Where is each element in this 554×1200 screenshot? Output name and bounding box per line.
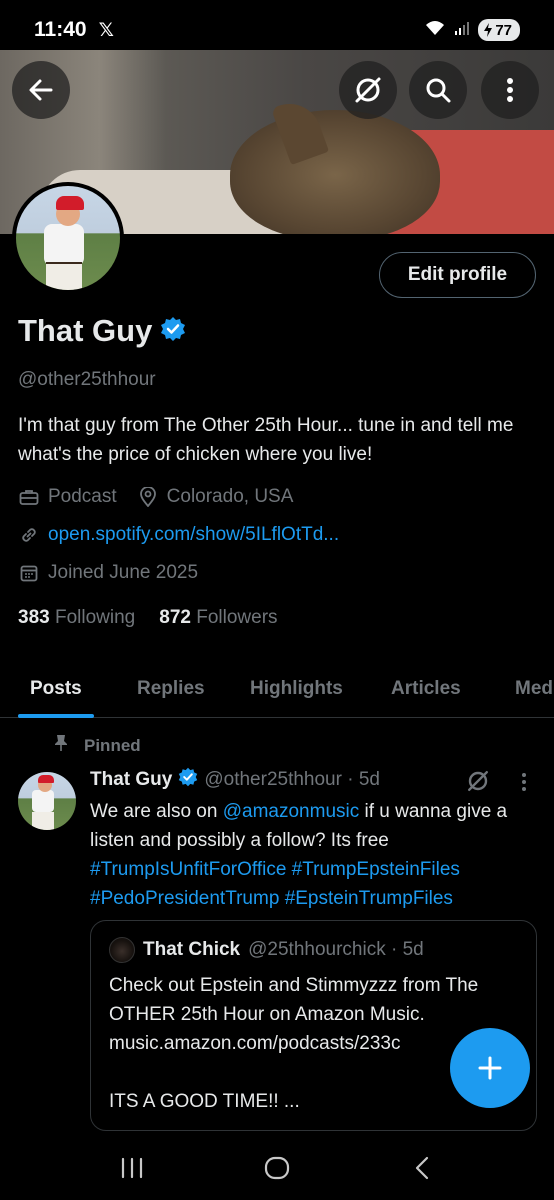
status-bar: 11:40 𝕏 77: [0, 0, 554, 60]
post-text-prefix: We are also on: [90, 801, 223, 822]
hashtag-link[interactable]: #TrumpEpsteinFiles: [292, 859, 460, 880]
tab-media[interactable]: Med: [515, 660, 553, 718]
profile-avatar[interactable]: [12, 182, 124, 294]
back-button[interactable]: [12, 61, 70, 119]
grok-icon: [355, 77, 381, 103]
display-name: That Guy: [18, 313, 153, 348]
profile-name-row: That Guy: [18, 313, 186, 349]
profile-handle: @other25thhour: [18, 369, 156, 390]
briefcase-icon: [18, 486, 40, 508]
profile-website-row: open.spotify.com/show/5ILflOtTd...: [18, 524, 339, 546]
x-logo-icon: 𝕏: [98, 19, 114, 41]
more-options-button[interactable]: [481, 61, 539, 119]
status-time: 11:40: [34, 18, 87, 41]
post-mention-link[interactable]: @amazonmusic: [223, 801, 360, 822]
followers-label: Followers: [196, 607, 278, 628]
battery-level: 77: [495, 21, 512, 39]
pinned-label: Pinned: [84, 735, 141, 755]
chevron-left-icon: [415, 1156, 428, 1180]
pin-icon: [54, 734, 68, 757]
quoted-author-avatar: [109, 937, 135, 963]
quoted-author-handle-time: @25thhourchick · 5d: [248, 939, 424, 960]
grok-button[interactable]: [339, 61, 397, 119]
search-button[interactable]: [409, 61, 467, 119]
status-icons: 77: [424, 19, 520, 42]
following-label: Following: [54, 607, 136, 628]
plus-icon: [478, 1056, 502, 1080]
profile-category: Podcast: [48, 486, 117, 507]
profile-bio: I'm that guy from The Other 25th Hour...…: [18, 415, 514, 465]
compose-post-button[interactable]: [450, 1028, 530, 1108]
post-text: We are also on @amazonmusic if u wanna g…: [90, 797, 540, 913]
profile-meta-row: Podcast Colorado, USA: [18, 486, 293, 508]
following-count: 383: [18, 607, 50, 628]
more-vertical-icon: [522, 773, 526, 791]
recent-apps-button[interactable]: [112, 1148, 152, 1188]
system-nav-bar: [0, 1136, 554, 1200]
arrow-left-icon: [29, 79, 53, 101]
tab-replies[interactable]: Replies: [137, 660, 205, 718]
signal-icon: [454, 20, 470, 41]
more-vertical-icon: [507, 78, 513, 102]
post-author-handle-time: @other25thhour · 5d: [204, 769, 380, 790]
search-icon: [426, 78, 451, 103]
hashtag-link[interactable]: #PedoPresidentTrump: [90, 888, 279, 909]
following-link[interactable]: 383 Following: [18, 607, 135, 629]
grok-icon: [468, 771, 488, 791]
profile-location: Colorado, USA: [166, 486, 294, 507]
profile-tabs: Posts Replies Highlights Articles Med: [0, 660, 554, 718]
home-button[interactable]: [257, 1148, 297, 1188]
wifi-icon: [424, 19, 446, 42]
post-grok-button[interactable]: [466, 769, 490, 798]
profile-joined-row: Joined June 2025: [18, 562, 198, 584]
verified-badge-icon: [178, 767, 198, 793]
battery-indicator: 77: [478, 19, 520, 41]
post-header: That Guy @other25thhour · 5d: [90, 767, 380, 793]
quoted-author-name: That Chick: [143, 939, 241, 960]
charging-icon: [484, 23, 493, 37]
post-author-name[interactable]: That Guy: [90, 769, 172, 791]
recent-apps-icon: [122, 1157, 143, 1179]
followers-link[interactable]: 872 Followers: [159, 607, 277, 629]
link-icon: [18, 524, 40, 546]
profile-joined-date: Joined June 2025: [48, 562, 199, 583]
tab-posts[interactable]: Posts: [18, 660, 94, 718]
calendar-icon: [18, 562, 40, 584]
follow-stats: 383 Following 872 Followers: [18, 607, 278, 629]
back-nav-button[interactable]: [402, 1148, 442, 1188]
quoted-post-header: That Chick @25thhourchick · 5d: [109, 937, 424, 963]
tab-articles[interactable]: Articles: [391, 660, 461, 718]
location-pin-icon: [137, 486, 159, 508]
tab-highlights[interactable]: Highlights: [250, 660, 343, 718]
profile-website-link[interactable]: open.spotify.com/show/5ILflOtTd...: [48, 524, 339, 546]
hashtag-link[interactable]: #TrumpIsUnfitForOffice: [90, 859, 286, 880]
post-author-avatar[interactable]: [18, 772, 76, 830]
post-more-button[interactable]: [521, 771, 527, 798]
pinned-indicator: Pinned: [54, 734, 141, 757]
hashtag-link[interactable]: #EpsteinTrumpFiles: [285, 888, 453, 909]
home-icon: [264, 1156, 290, 1180]
followers-count: 872: [159, 607, 191, 628]
verified-badge-icon[interactable]: [160, 316, 186, 347]
edit-profile-button[interactable]: Edit profile: [379, 252, 536, 298]
